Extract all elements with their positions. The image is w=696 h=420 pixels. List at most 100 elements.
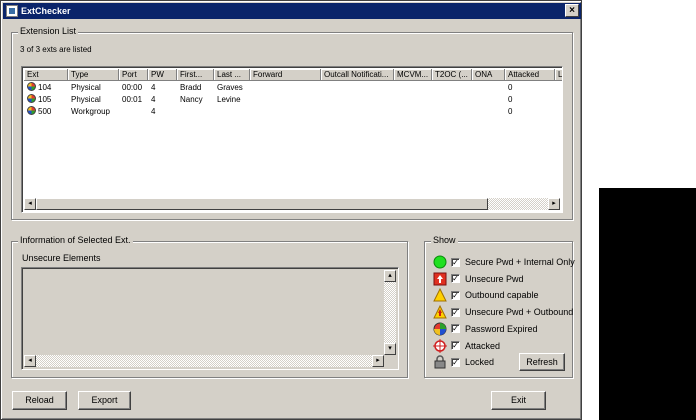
scroll-left-button[interactable]: ◂: [24, 198, 36, 210]
column-header[interactable]: Last ...: [214, 69, 250, 81]
show-checkbox[interactable]: ✓: [451, 341, 460, 350]
column-header[interactable]: PW: [148, 69, 177, 81]
app-icon: [6, 5, 18, 17]
selected-ext-info-title: Information of Selected Ext.: [18, 235, 133, 245]
show-filter-row: ✓ Unsecure Pwd: [433, 271, 524, 287]
title-bar[interactable]: ExtChecker ×: [3, 3, 581, 19]
ext-count-text: 3 of 3 exts are listed: [20, 45, 92, 54]
expired-password-icon: [27, 94, 36, 103]
info-scroll-left-button[interactable]: ◂: [24, 355, 36, 367]
table-cell: [472, 94, 505, 106]
info-scroll-right-button[interactable]: ▸: [372, 355, 384, 367]
expired-password-icon: [27, 82, 36, 91]
extension-list-title: Extension List: [18, 26, 79, 36]
table-cell: [214, 106, 250, 118]
reload-button[interactable]: Reload: [12, 391, 67, 410]
close-button[interactable]: ×: [565, 4, 579, 17]
show-filter-row: ✓ Password Expired: [433, 321, 538, 337]
table-cell: [250, 82, 321, 94]
table-cell: 4: [151, 107, 156, 116]
table-cell: [555, 82, 562, 94]
export-button[interactable]: Export: [78, 391, 131, 410]
column-header[interactable]: MCVM...: [394, 69, 432, 81]
table-cell: Physical: [71, 83, 101, 92]
horizontal-scrollbar[interactable]: ◂ ▸: [24, 198, 560, 210]
show-checkbox[interactable]: ✓: [451, 307, 460, 317]
selected-ext-info-group: Information of Selected Ext. Unsecure El…: [11, 235, 408, 378]
table-cell: 00:00: [122, 83, 143, 92]
scroll-up-button[interactable]: ▴: [384, 270, 396, 282]
yellow-triangle-icon: [433, 288, 447, 302]
scroll-thumb[interactable]: [36, 198, 488, 210]
extension-list-group: Extension List 3 of 3 exts are listed Ex…: [11, 26, 573, 220]
show-checkbox[interactable]: ✓: [451, 274, 460, 284]
ext-number: 104: [38, 83, 52, 92]
show-filter-label: Outbound capable: [465, 290, 539, 301]
scroll-right-button[interactable]: ▸: [548, 198, 560, 210]
table-cell: [472, 82, 505, 94]
show-filter-label: Secure Pwd + Internal Only: [465, 257, 575, 267]
table-cell: [432, 94, 472, 106]
table-cell: [394, 94, 432, 106]
scroll-down-button[interactable]: ▾: [384, 343, 396, 355]
table-cell: [250, 94, 321, 106]
table-row[interactable]: 105 Physical 00:01 4 Nancy Levine 0: [24, 94, 562, 106]
ext-number: 500: [38, 107, 52, 116]
show-title: Show: [431, 235, 458, 245]
column-header[interactable]: Forward: [250, 69, 321, 81]
refresh-button[interactable]: Refresh: [519, 353, 565, 371]
show-filter-label: Unsecure Pwd: [465, 273, 524, 284]
table-cell: [432, 106, 472, 118]
column-header[interactable]: First...: [177, 69, 214, 81]
show-checkbox[interactable]: ✓: [451, 357, 460, 367]
exit-button[interactable]: Exit: [491, 391, 546, 410]
show-filter-row: ✓ Outbound capable: [433, 287, 539, 303]
table-cell: Physical: [71, 95, 101, 104]
vertical-scrollbar[interactable]: ▴ ▾: [384, 270, 396, 355]
table-cell: [321, 82, 394, 94]
table-cell: Graves: [217, 83, 243, 92]
table-cell: [177, 106, 214, 118]
table-cell: Bradd: [180, 83, 202, 92]
show-checkbox[interactable]: ✓: [451, 257, 460, 267]
column-header[interactable]: Ext: [24, 69, 68, 81]
table-cell: [555, 106, 562, 118]
table-cell: 500: [24, 106, 68, 118]
table-cell: 0: [508, 107, 513, 116]
table-cell: Workgroup: [71, 107, 110, 116]
table-cell: Nancy: [180, 95, 203, 104]
listview-header: Ext Type Port PW First... Last ... Forward Outc…: [24, 69, 562, 81]
column-header[interactable]: ONA: [472, 69, 505, 81]
table-row[interactable]: 104 Physical 00:00 4 Bradd Graves 0: [24, 82, 562, 94]
show-checkbox[interactable]: ✓: [451, 290, 460, 300]
table-cell: [119, 106, 148, 118]
table-cell: 0: [508, 83, 513, 92]
info-horizontal-scrollbar[interactable]: ◂ ▸: [24, 355, 384, 367]
table-cell: [394, 82, 432, 94]
table-cell: 0: [508, 95, 513, 104]
table-cell: [432, 82, 472, 94]
show-filter-row: ✓ Unsecure Pwd + Outbound: [433, 304, 573, 320]
expired-password-icon: [433, 322, 447, 336]
show-filter-label: Attacked: [465, 340, 501, 351]
table-cell: [321, 106, 394, 118]
table-cell: Levine: [217, 95, 241, 104]
show-filter-label: Locked: [465, 357, 495, 368]
column-header[interactable]: Outcall Notificati...: [321, 69, 394, 81]
extension-listview[interactable]: Ext Type Port PW First... Last ... Forward Outc…: [21, 66, 563, 213]
table-row[interactable]: 500 Workgroup 4 0: [24, 106, 562, 118]
unsecure-elements-box[interactable]: ▴ ▾ ◂ ▸: [21, 267, 399, 370]
show-filter-label: Password Expired: [465, 323, 538, 334]
column-header[interactable]: L: [555, 69, 562, 81]
unsecure-elements-label: Unsecure Elements: [22, 253, 101, 263]
column-header[interactable]: T2OC (...: [432, 69, 472, 81]
column-header[interactable]: Type: [68, 69, 119, 81]
column-header[interactable]: Port: [119, 69, 148, 81]
table-cell: [555, 94, 562, 106]
table-cell: [472, 106, 505, 118]
show-checkbox[interactable]: ✓: [451, 324, 460, 334]
black-overlay-panel: [599, 188, 696, 420]
table-cell: [394, 106, 432, 118]
column-header[interactable]: Attacked: [505, 69, 555, 81]
table-cell: [250, 106, 321, 118]
